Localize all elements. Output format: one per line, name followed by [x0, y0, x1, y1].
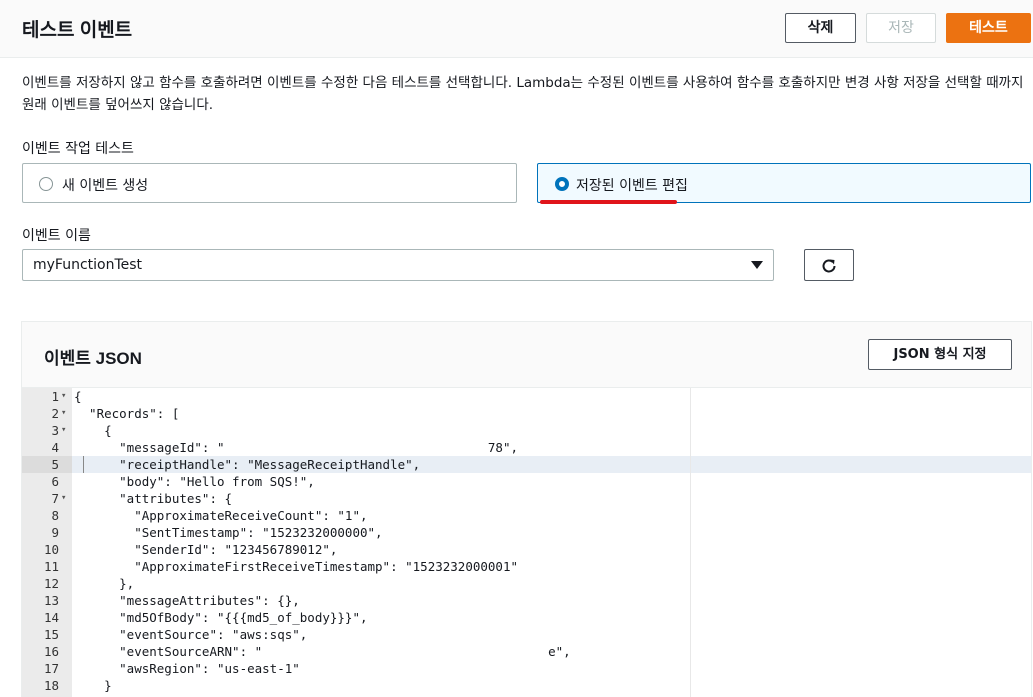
- code-text: "ApproximateFirstReceiveTimestamp": "152…: [74, 559, 519, 574]
- line-number: 17: [43, 661, 59, 676]
- refresh-button[interactable]: [804, 249, 854, 281]
- line-number: 14: [43, 610, 59, 625]
- code-text: "awsRegion": "us-east-1": [74, 661, 300, 676]
- line-number: 5: [51, 457, 59, 472]
- code-line: 8 "ApproximateReceiveCount": "1",: [22, 507, 1031, 524]
- event-name-select[interactable]: myFunctionTest: [22, 249, 774, 281]
- description-text: 이벤트를 저장하지 않고 함수를 호출하려면 이벤트를 수정한 다음 테스트를 …: [22, 75, 1024, 113]
- code-text: "receiptHandle": "MessageReceiptHandle",: [74, 457, 421, 472]
- line-number: 3: [51, 423, 59, 438]
- json-editor[interactable]: 1 ▾{2 ▾ "Records": [3 ▾ {4 "messageId": " 7…: [22, 387, 1031, 697]
- edit-saved-event-option[interactable]: 저장된 이벤트 편집: [537, 163, 1031, 203]
- code-text: "messageId": " 78",: [74, 440, 519, 455]
- fold-toggle-icon[interactable]: ▾: [61, 422, 66, 439]
- code-text: "md5OfBody": "{{{md5_of_body}}}",: [74, 610, 368, 625]
- code-line: 11 "ApproximateFirstReceiveTimestamp": "…: [22, 558, 1031, 575]
- create-new-event-label: 새 이벤트 생성: [62, 178, 149, 194]
- text-cursor: [83, 456, 84, 473]
- code-line: 13 "messageAttributes": {},: [22, 592, 1031, 609]
- code-text: "ApproximateReceiveCount": "1",: [74, 508, 368, 523]
- fold-toggle-icon[interactable]: ▾: [61, 490, 66, 507]
- code-line: 14 "md5OfBody": "{{{md5_of_body}}}",: [22, 609, 1031, 626]
- line-number: 6: [51, 474, 59, 489]
- code-text: "Records": [: [74, 406, 180, 421]
- code-line: 5 "receiptHandle": "MessageReceiptHandle…: [22, 456, 1031, 473]
- test-button[interactable]: 테스트: [946, 13, 1031, 43]
- fold-toggle-icon[interactable]: ▾: [61, 405, 66, 422]
- fold-toggle-icon[interactable]: ▾: [61, 388, 66, 405]
- event-action-label: 이벤트 작업 테스트: [22, 141, 134, 157]
- edit-saved-event-label: 저장된 이벤트 편집: [576, 178, 688, 194]
- caret-down-icon: [751, 261, 763, 269]
- code-line: 12 },: [22, 575, 1031, 592]
- annotation-underline: [540, 200, 677, 204]
- page-header: 테스트 이벤트 삭제 저장 테스트: [0, 0, 1033, 58]
- create-new-event-option[interactable]: 새 이벤트 생성: [22, 163, 517, 203]
- save-button[interactable]: 저장: [866, 13, 936, 43]
- line-number: 7: [51, 491, 59, 506]
- event-json-panel: 이벤트 JSON JSON 형식 지정 1 ▾{2 ▾ "Records": [3 ▾…: [21, 321, 1032, 697]
- code-text: },: [74, 576, 135, 591]
- format-json-button[interactable]: JSON 형식 지정: [868, 339, 1012, 370]
- code-line: 9 "SentTimestamp": "1523232000000",: [22, 524, 1031, 541]
- code-text: "messageAttributes": {},: [74, 593, 300, 608]
- delete-button[interactable]: 삭제: [785, 13, 856, 43]
- code-text: "SentTimestamp": "1523232000000",: [74, 525, 383, 540]
- line-number: 12: [43, 576, 59, 591]
- code-text: {: [74, 389, 82, 404]
- event-name-label: 이벤트 이름: [22, 228, 91, 244]
- code-line: 4 "messageId": " 78",: [22, 439, 1031, 456]
- code-line: 17 "awsRegion": "us-east-1": [22, 660, 1031, 677]
- code-line: 6 "body": "Hello from SQS!",: [22, 473, 1031, 490]
- code-line: 2 ▾ "Records": [: [22, 405, 1031, 422]
- code-text: }: [74, 678, 112, 693]
- line-number: 8: [51, 508, 59, 523]
- page-title: 테스트 이벤트: [22, 20, 133, 41]
- line-number: 10: [43, 542, 59, 557]
- line-number: 18: [43, 678, 59, 693]
- radio-edit-saved[interactable]: [555, 177, 569, 191]
- code-line: 3 ▾ {: [22, 422, 1031, 439]
- code-line: 16 "eventSourceARN": " e",: [22, 643, 1031, 660]
- line-number: 13: [43, 593, 59, 608]
- line-number: 15: [43, 627, 59, 642]
- code-text: "attributes": {: [74, 491, 233, 506]
- code-line: 18 }: [22, 677, 1031, 694]
- code-text: {: [74, 423, 112, 438]
- code-text: "SenderId": "123456789012",: [74, 542, 338, 557]
- code-line: 10 "SenderId": "123456789012",: [22, 541, 1031, 558]
- code-line: 7 ▾ "attributes": {: [22, 490, 1031, 507]
- event-json-title: 이벤트 JSON: [44, 349, 142, 368]
- line-number: 1: [51, 389, 59, 404]
- radio-create-new[interactable]: [39, 177, 53, 191]
- event-name-value: myFunctionTest: [33, 257, 143, 273]
- line-number: 16: [43, 644, 59, 659]
- code-text: "eventSource": "aws:sqs",: [74, 627, 308, 642]
- line-number: 4: [51, 440, 59, 455]
- code-text: "eventSourceARN": " e",: [74, 644, 571, 659]
- refresh-icon: [822, 259, 836, 273]
- line-number: 2: [51, 406, 59, 421]
- line-number: 9: [51, 525, 59, 540]
- code-line: 1 ▾ {: [22, 388, 1031, 405]
- line-number: 11: [43, 559, 59, 574]
- code-line: 15 "eventSource": "aws:sqs",: [22, 626, 1031, 643]
- code-text: "body": "Hello from SQS!",: [74, 474, 315, 489]
